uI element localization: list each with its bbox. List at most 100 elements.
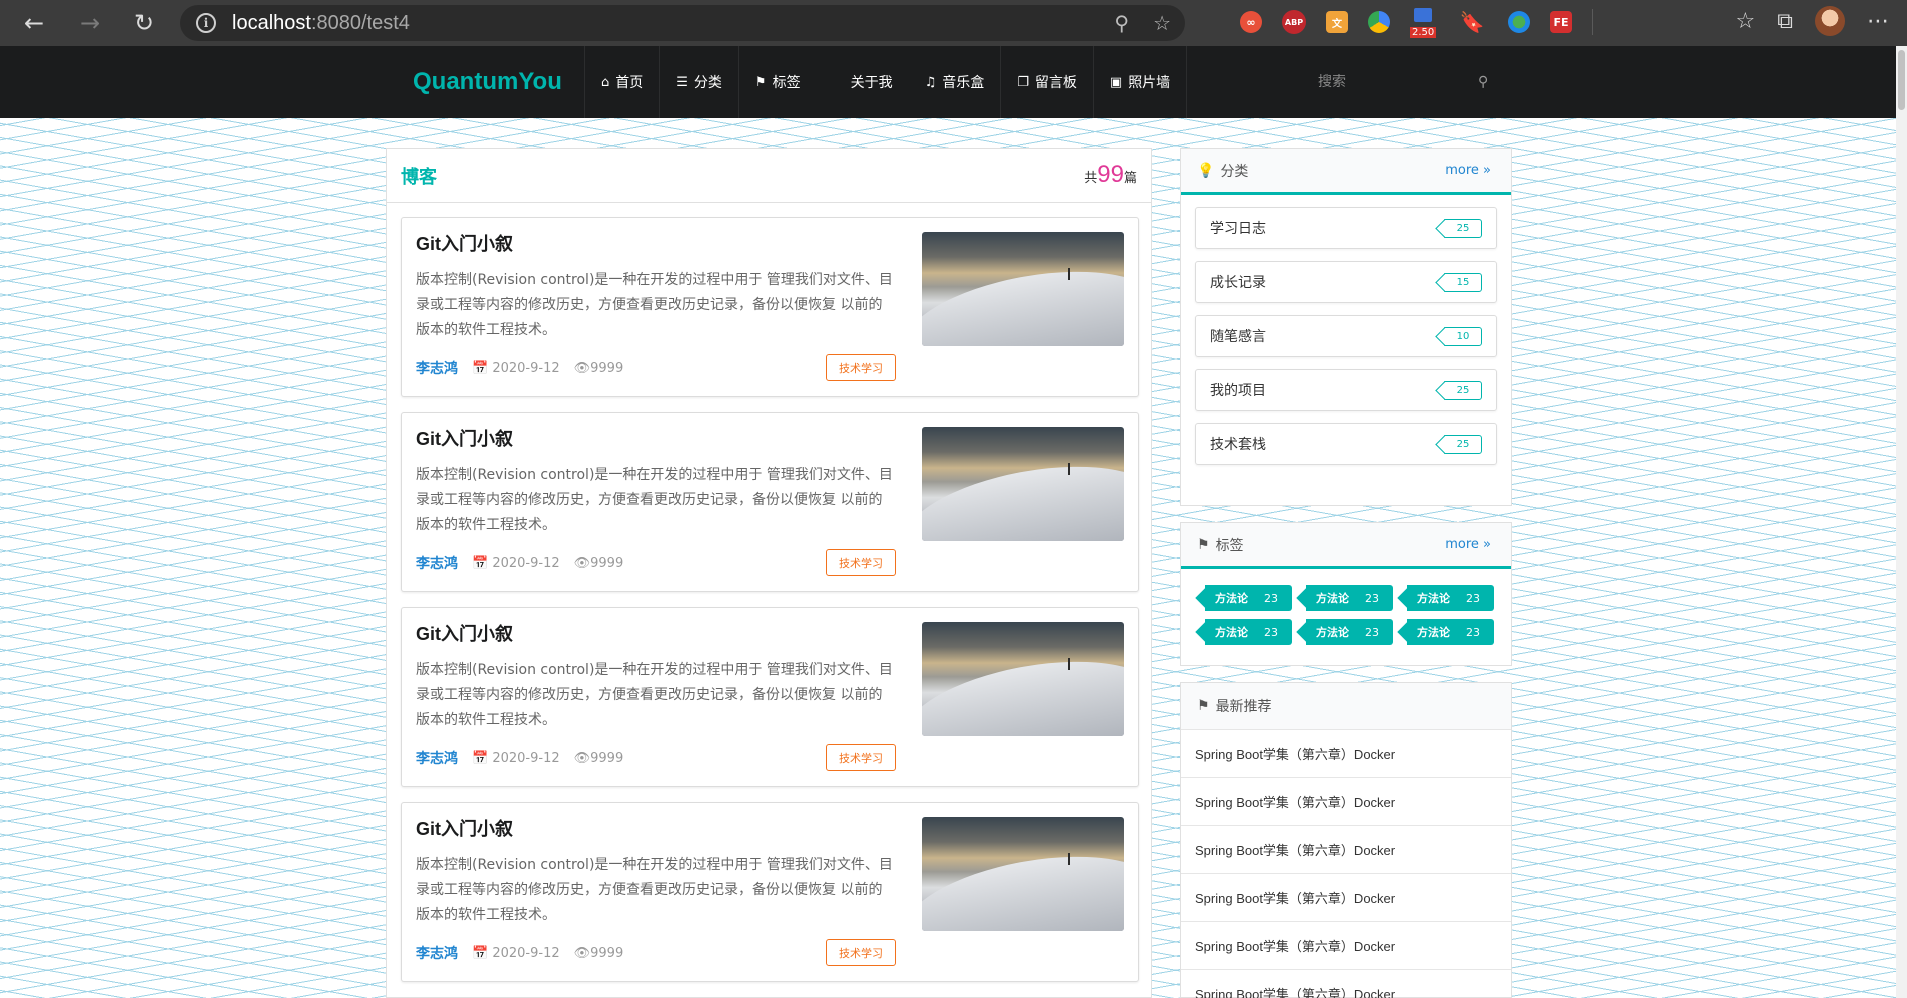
adblock-extension-icon[interactable]: ABP <box>1282 10 1306 34</box>
url-text[interactable]: localhost:8080/test4 <box>232 12 410 35</box>
post-tag[interactable]: 技术学习 <box>826 939 896 966</box>
more-options-icon[interactable]: ⋯ <box>1867 9 1889 34</box>
post-thumbnail[interactable] <box>922 427 1124 541</box>
rating-extension-icon[interactable]: 2.50 <box>1410 6 1437 38</box>
eye-icon: 👁 <box>573 750 591 766</box>
collections-icon[interactable]: ⧉ <box>1777 9 1793 34</box>
recommend-card: ⚑ 最新推荐 Spring Boot学集（第六章）Docker Spring B… <box>1180 682 1512 998</box>
calendar-icon: 📅 <box>472 360 489 376</box>
toolbar-divider <box>1592 9 1593 35</box>
search-input[interactable] <box>1318 74 1468 90</box>
add-favorite-icon[interactable]: ☆ <box>1153 11 1171 35</box>
menu-home[interactable]: ⌂ 首页 <box>584 46 659 118</box>
menu-about[interactable]: 关于我 <box>831 46 909 118</box>
calendar-icon: 📅 <box>472 555 489 571</box>
blog-list-card: 博客 共99篇 Git入门小叙 版本控制(Revision control)是一… <box>386 148 1152 998</box>
post-author[interactable]: 李志鸿 <box>416 553 458 573</box>
reload-icon[interactable]: ↻ <box>126 5 162 41</box>
zoom-icon[interactable]: ⚲ <box>1114 11 1129 35</box>
site-navbar: QuantumYou ⌂ 首页 ☰ 分类 ⚑ 标签 关于我 ♫ 音乐盒 ❐ 留言板 ▣ 照片… <box>0 46 1907 118</box>
translate-extension-icon[interactable]: 文 <box>1326 11 1348 33</box>
bookmark-extension-icon[interactable]: 🔖 <box>1456 6 1488 38</box>
post-card[interactable]: Git入门小叙 版本控制(Revision control)是一种在开发的过程中… <box>401 802 1139 982</box>
search-icon[interactable]: ⚲ <box>1478 74 1488 90</box>
menu-music[interactable]: ♫ 音乐盒 <box>909 46 1001 118</box>
post-date: 📅 2020-9-12 <box>472 750 560 766</box>
profile-avatar[interactable] <box>1815 6 1845 36</box>
post-views: 👁9999 <box>573 750 624 766</box>
post-thumbnail[interactable] <box>922 817 1124 931</box>
chrome-extension-icon[interactable] <box>1368 11 1390 33</box>
browser-toolbar: ← → ↻ i localhost:8080/test4 ⚲ ☆ ∞ ABP 文… <box>0 0 1907 46</box>
category-item[interactable]: 随笔感言 10 <box>1195 315 1497 357</box>
info-icon[interactable]: i <box>196 13 216 33</box>
tag-chip[interactable]: 方法论 23 <box>1205 585 1292 611</box>
menu-label: 照片墙 <box>1128 75 1171 91</box>
post-author[interactable]: 李志鸿 <box>416 943 458 963</box>
post-thumbnail[interactable] <box>922 232 1124 346</box>
post-summary: 版本控制(Revision control)是一种在开发的过程中用于 管理我们对… <box>416 467 893 533</box>
category-count-badge: 10 <box>1444 327 1482 346</box>
recommend-item[interactable]: Spring Boot学集（第六章）Docker <box>1181 825 1511 873</box>
tag-chip[interactable]: 方法论 23 <box>1205 619 1292 645</box>
post-tag[interactable]: 技术学习 <box>826 549 896 576</box>
tags-icon: ⚑ <box>754 74 767 90</box>
post-title[interactable]: Git入门小叙 <box>416 425 513 451</box>
post-title[interactable]: Git入门小叙 <box>416 620 513 646</box>
site-brand[interactable]: QuantumYou <box>413 46 562 118</box>
recommend-item[interactable]: Spring Boot学集（第六章）Docker <box>1181 921 1511 969</box>
tag-more-link[interactable]: more » <box>1445 537 1491 552</box>
favorites-icon[interactable]: ☆ <box>1736 9 1756 34</box>
address-bar[interactable]: i localhost:8080/test4 ⚲ ☆ <box>180 5 1185 41</box>
tag-chip[interactable]: 方法论 23 <box>1407 619 1494 645</box>
menu-photo-wall[interactable]: ▣ 照片墙 <box>1092 46 1188 118</box>
page-scrollbar[interactable] <box>1896 46 1907 998</box>
post-views: 👁9999 <box>573 945 624 961</box>
calendar-icon: 📅 <box>472 750 489 766</box>
post-card[interactable]: Git入门小叙 版本控制(Revision control)是一种在开发的过程中… <box>401 412 1139 592</box>
tag-card: ⚑ 标签 more » 方法论 23 方法论 23 方法论 23 方法论 23 方法论 2… <box>1180 522 1512 666</box>
infinity-extension-icon[interactable]: ∞ <box>1240 11 1262 33</box>
post-author[interactable]: 李志鸿 <box>416 748 458 768</box>
post-title[interactable]: Git入门小叙 <box>416 230 513 256</box>
menu-category[interactable]: ☰ 分类 <box>659 46 738 118</box>
recommend-header: ⚑ 最新推荐 <box>1181 683 1511 729</box>
post-meta: 李志鸿 📅 2020-9-12 👁9999 <box>416 553 623 573</box>
scrollbar-thumb[interactable] <box>1898 50 1905 110</box>
tag-chip[interactable]: 方法论 23 <box>1306 585 1393 611</box>
paste-icon: ❐ <box>1017 74 1029 90</box>
lightbulb-icon: 💡 <box>1197 162 1215 179</box>
menu-tags[interactable]: ⚑ 标签 <box>737 46 831 118</box>
recommend-item[interactable]: Spring Boot学集（第六章）Docker <box>1181 729 1511 777</box>
post-thumbnail[interactable] <box>922 622 1124 736</box>
recommend-item[interactable]: Spring Boot学集（第六章）Docker <box>1181 873 1511 921</box>
category-more-link[interactable]: more » <box>1445 163 1491 178</box>
fe-extension-icon[interactable]: FE <box>1550 11 1572 33</box>
category-item[interactable]: 技术套栈 25 <box>1195 423 1497 465</box>
menu-message-board[interactable]: ❐ 留言板 <box>1000 46 1093 118</box>
post-meta: 李志鸿 📅 2020-9-12 👁9999 <box>416 943 623 963</box>
category-header: 💡 分类 more » <box>1181 149 1511 195</box>
category-item[interactable]: 成长记录 15 <box>1195 261 1497 303</box>
globe-extension-icon[interactable] <box>1508 11 1530 33</box>
post-meta: 李志鸿 📅 2020-9-12 👁9999 <box>416 748 623 768</box>
tag-chip[interactable]: 方法论 23 <box>1407 585 1494 611</box>
back-arrow-icon[interactable]: ← <box>16 5 52 41</box>
category-count-badge: 15 <box>1444 273 1482 292</box>
post-card[interactable]: Git入门小叙 版本控制(Revision control)是一种在开发的过程中… <box>401 607 1139 787</box>
recommend-item[interactable]: Spring Boot学集（第六章）Docker <box>1181 777 1511 825</box>
post-views: 👁9999 <box>573 360 624 376</box>
menu-label: 首页 <box>615 75 644 91</box>
post-tag[interactable]: 技术学习 <box>826 354 896 381</box>
post-author[interactable]: 李志鸿 <box>416 358 458 378</box>
tag-chip[interactable]: 方法论 23 <box>1306 619 1393 645</box>
post-title[interactable]: Git入门小叙 <box>416 815 513 841</box>
post-card[interactable]: Git入门小叙 版本控制(Revision control)是一种在开发的过程中… <box>401 217 1139 397</box>
category-item[interactable]: 我的项目 25 <box>1195 369 1497 411</box>
blog-count: 共99篇 <box>1084 161 1137 188</box>
forward-arrow-icon[interactable]: → <box>72 5 108 41</box>
post-tag[interactable]: 技术学习 <box>826 744 896 771</box>
recommend-item[interactable]: Spring Boot学集（第六章）Docker <box>1181 969 1511 998</box>
category-item[interactable]: 学习日志 25 <box>1195 207 1497 249</box>
eye-icon: 👁 <box>573 360 591 376</box>
